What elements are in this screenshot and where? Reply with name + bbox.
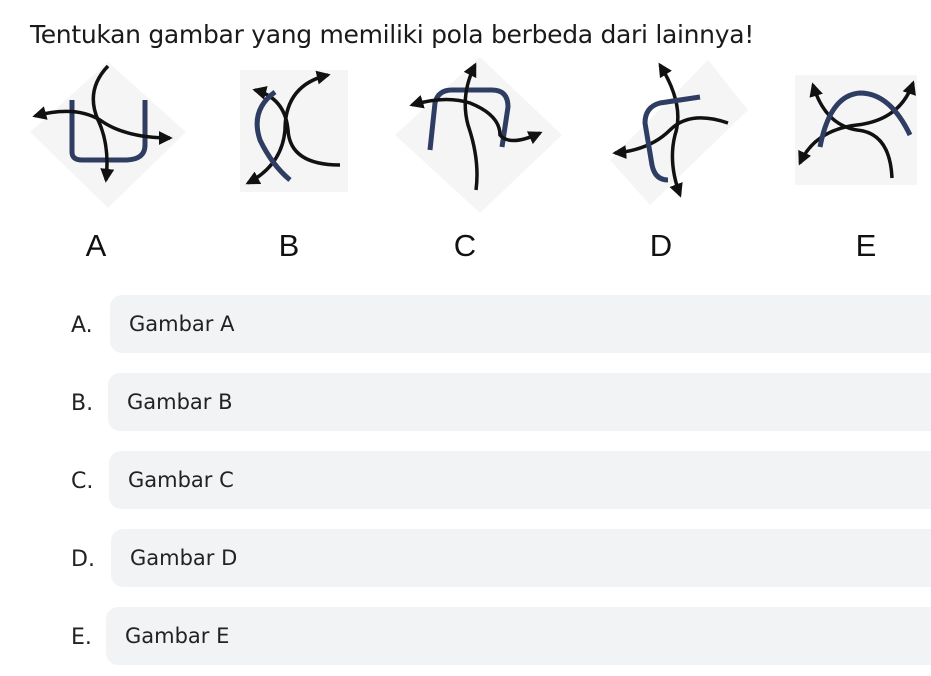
option-c-text: Gambar C	[128, 468, 234, 492]
figure-c	[390, 55, 565, 215]
option-c-button[interactable]: Gambar C	[109, 451, 931, 509]
option-e-letter: E.	[71, 625, 92, 650]
option-c-letter: C.	[71, 469, 94, 494]
option-e-button[interactable]: Gambar E	[106, 607, 931, 665]
question-text: Tentukan gambar yang memiliki pola berbe…	[30, 20, 754, 49]
option-b-button[interactable]: Gambar B	[108, 373, 931, 431]
option-b-letter: B.	[71, 391, 94, 416]
crossed-arrows-figure-d-icon	[610, 60, 748, 205]
figure-label-d: D	[649, 228, 673, 263]
figure-label-e: E	[855, 228, 877, 263]
option-d-text: Gambar D	[130, 546, 238, 570]
option-a-letter: A.	[71, 313, 93, 338]
figure-label-a: A	[85, 228, 107, 263]
crossed-arrows-figure-a-icon	[30, 62, 186, 208]
figure-label-c: C	[453, 228, 477, 263]
option-a-button[interactable]: Gambar A	[110, 295, 931, 353]
figure-d	[590, 55, 750, 215]
figure-a	[30, 60, 190, 210]
figure-e	[795, 75, 920, 190]
option-b-text: Gambar B	[127, 390, 233, 414]
crossed-arrows-figure-c-icon	[395, 57, 562, 213]
figure-label-b: B	[278, 228, 300, 263]
crossed-arrows-figure-e-icon	[795, 75, 917, 185]
option-a-text: Gambar A	[129, 312, 235, 336]
crossed-arrows-figure-b-icon	[240, 70, 348, 192]
option-e-text: Gambar E	[125, 624, 230, 648]
option-d-button[interactable]: Gambar D	[111, 529, 931, 587]
option-d-letter: D.	[71, 547, 95, 572]
figure-b	[240, 70, 350, 195]
